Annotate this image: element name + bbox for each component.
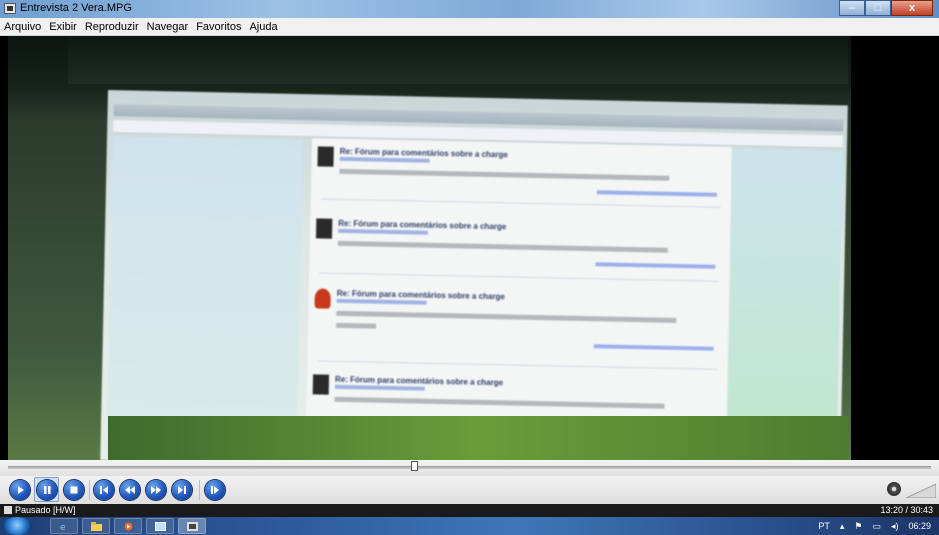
media-icon	[124, 522, 133, 531]
monitor-bezel	[68, 36, 848, 84]
post-actions	[593, 344, 714, 351]
filmed-screen: Re: Fórum para comentários sobre a charg…	[100, 90, 848, 460]
forum-post: Re: Fórum para comentários sobre a charg…	[312, 374, 723, 425]
film-icon	[4, 506, 12, 514]
stop-button[interactable]	[64, 480, 84, 500]
title-bar: Entrevista 2 Vera.MPG – □ x	[0, 0, 939, 18]
avatar	[312, 374, 330, 395]
post-separator	[320, 198, 721, 208]
post-message	[336, 310, 677, 323]
filmed-tab	[117, 106, 227, 116]
taskbar-window[interactable]	[146, 518, 174, 534]
forum-post: Re: Fórum para comentários sobre a charg…	[314, 288, 725, 351]
menu-arquivo[interactable]: Arquivo	[0, 21, 45, 33]
rewind-button[interactable]	[120, 480, 140, 500]
video-display[interactable]: Re: Fórum para comentários sobre a charg…	[0, 36, 939, 460]
step-frame-button[interactable]	[205, 480, 225, 500]
playback-time: 13:20 / 30:43	[880, 505, 933, 515]
post-actions	[595, 262, 716, 269]
folder-icon	[91, 522, 102, 531]
seek-bar-area	[0, 460, 939, 476]
maximize-button[interactable]: □	[865, 0, 891, 16]
language-indicator[interactable]: PT	[818, 521, 830, 531]
menu-favoritos[interactable]: Favoritos	[192, 21, 245, 33]
post-separator	[317, 360, 718, 370]
volume-icon[interactable]	[887, 482, 901, 496]
start-button[interactable]	[2, 517, 32, 535]
menu-bar: Arquivo Exibir Reproduzir Navegar Favori…	[0, 18, 939, 36]
clock[interactable]: 06:29	[908, 521, 931, 531]
video-frame: Re: Fórum para comentários sobre a charg…	[8, 36, 851, 460]
post-byline	[339, 156, 430, 163]
avatar	[317, 146, 334, 167]
svg-text:e: e	[60, 523, 66, 531]
next-chapter-button[interactable]	[172, 480, 192, 500]
playback-controls	[0, 476, 939, 504]
forum-post: Re: Fórum para comentários sobre a charg…	[317, 146, 728, 197]
filmed-left-panel	[106, 136, 303, 460]
speaker-icon[interactable]: ◂)	[891, 521, 899, 532]
previous-chapter-button[interactable]	[94, 480, 114, 500]
minimize-button[interactable]: –	[839, 0, 865, 16]
post-message	[336, 322, 377, 329]
tray-expand-icon[interactable]: ▴	[840, 521, 845, 532]
post-message	[339, 168, 670, 181]
avatar	[315, 218, 333, 239]
taskbar-media[interactable]	[114, 518, 142, 534]
post-byline	[334, 384, 425, 391]
seek-track[interactable]	[8, 466, 931, 469]
post-actions	[596, 190, 717, 197]
volume-slider[interactable]	[906, 482, 936, 498]
seek-thumb[interactable]	[411, 461, 419, 471]
forum-post: Re: Fórum para comentários sobre a charg…	[315, 218, 726, 269]
playback-status: Pausado [H/W]	[15, 505, 76, 515]
system-tray: PT ▴ ⚑ ▭ ◂) 06:29	[818, 517, 931, 535]
app-icon	[4, 3, 16, 14]
post-byline	[336, 298, 427, 305]
post-separator	[319, 272, 720, 282]
taskbar-ie[interactable]: e	[50, 518, 78, 534]
close-button[interactable]: x	[891, 0, 933, 16]
menu-navegar[interactable]: Navegar	[143, 21, 193, 33]
filmed-forum-page: Re: Fórum para comentários sobre a charg…	[305, 138, 732, 460]
post-message	[334, 396, 665, 409]
fast-forward-button[interactable]	[146, 480, 166, 500]
stop-icon	[70, 486, 78, 494]
film-icon	[187, 522, 198, 531]
taskbar: e PT ▴ ⚑ ▭ ◂) 06:29	[0, 517, 939, 535]
previous-chapter-icon	[100, 486, 108, 494]
network-icon[interactable]: ▭	[872, 521, 881, 532]
menu-ajuda[interactable]: Ajuda	[245, 21, 281, 33]
step-frame-icon	[211, 486, 219, 494]
menu-exibir[interactable]: Exibir	[45, 21, 81, 33]
pause-button[interactable]	[37, 480, 57, 500]
pause-icon	[44, 486, 51, 494]
next-chapter-icon	[178, 486, 186, 494]
flag-icon[interactable]: ⚑	[854, 521, 862, 532]
avatar	[314, 288, 331, 309]
rewind-icon	[125, 486, 135, 494]
fast-forward-icon	[151, 486, 161, 494]
post-message	[337, 240, 668, 253]
window-title: Entrevista 2 Vera.MPG	[20, 2, 132, 14]
status-bar: Pausado [H/W] 13:20 / 30:43	[0, 504, 939, 517]
internet-explorer-icon: e	[60, 523, 66, 531]
divider	[199, 480, 200, 500]
post-byline	[338, 228, 429, 235]
window-controls: – □ x	[839, 0, 933, 16]
play-button[interactable]	[10, 480, 30, 500]
divider	[89, 480, 90, 500]
taskbar-player-active[interactable]	[178, 518, 206, 534]
play-icon	[18, 486, 24, 494]
filmed-right-panel	[725, 149, 843, 460]
menu-reproduzir[interactable]: Reproduzir	[81, 21, 143, 33]
window-icon	[155, 522, 166, 531]
taskbar-explorer[interactable]	[82, 518, 110, 534]
desk-surface	[108, 416, 848, 460]
